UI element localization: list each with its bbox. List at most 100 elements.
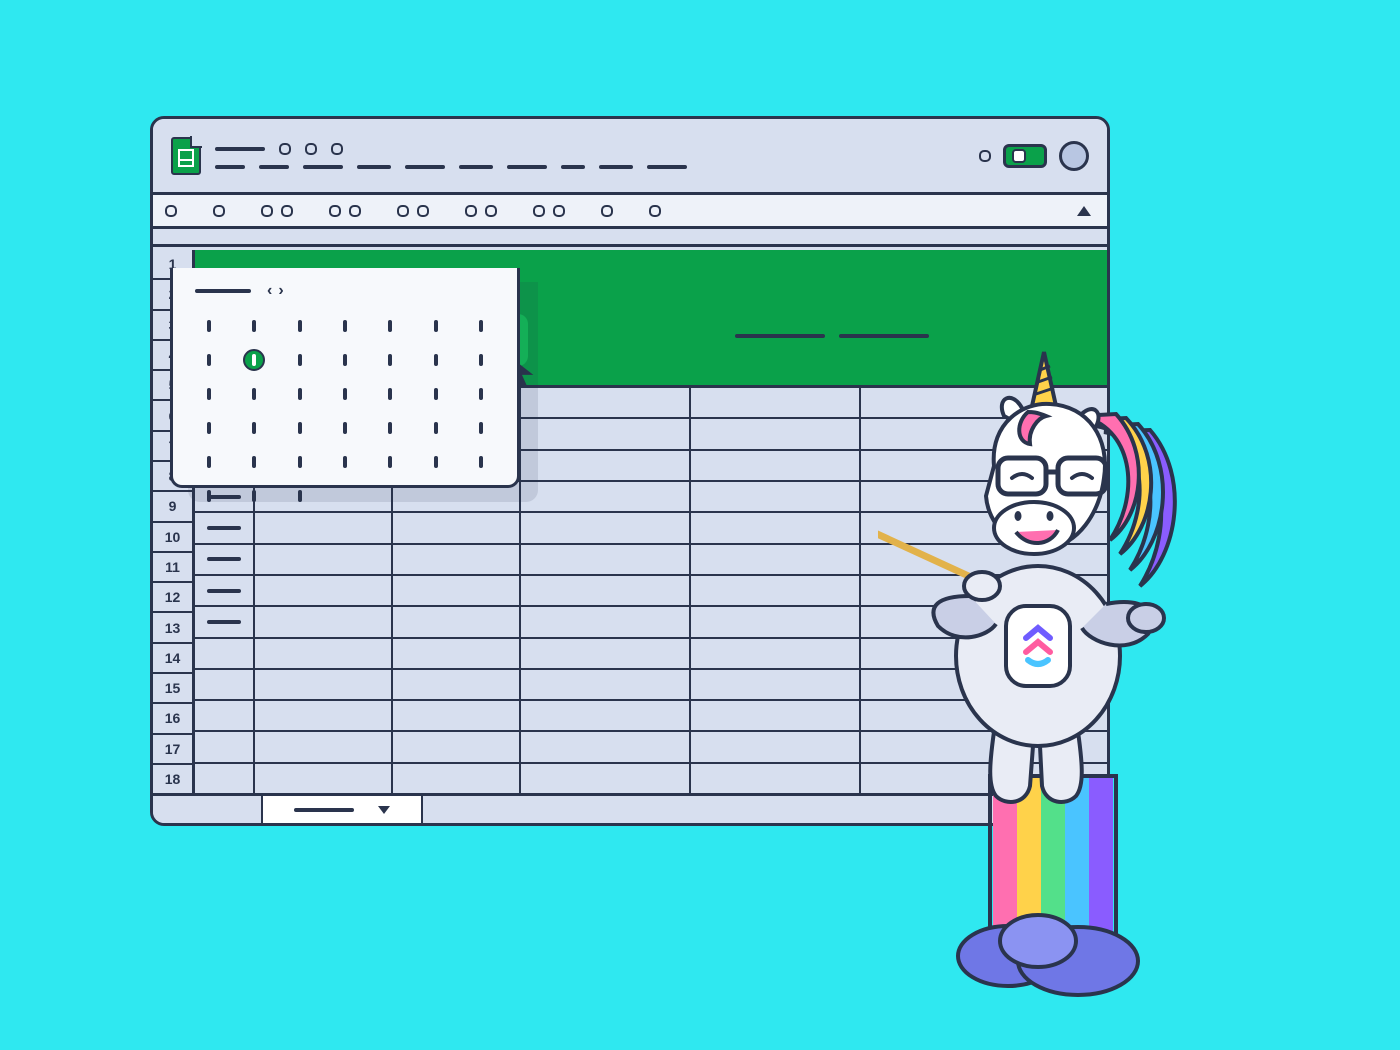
calendar-day[interactable] [434, 388, 438, 400]
calendar-day[interactable] [207, 320, 211, 332]
calendar-day[interactable] [298, 490, 302, 502]
grid-cell[interactable] [521, 419, 691, 448]
grid-cell[interactable] [195, 513, 255, 542]
calendar-day[interactable] [388, 456, 392, 468]
calendar-day[interactable] [388, 388, 392, 400]
grid-cell[interactable] [521, 451, 691, 480]
toolbar-button[interactable] [281, 205, 293, 217]
grid-cell[interactable] [393, 732, 521, 761]
row-number[interactable]: 12 [153, 583, 192, 613]
calendar-day[interactable] [252, 388, 256, 400]
toolbar-button[interactable] [397, 205, 409, 217]
grid-cell[interactable] [521, 639, 691, 668]
grid-cell[interactable] [691, 451, 861, 480]
toolbar-button[interactable] [213, 205, 225, 217]
grid-cell[interactable] [255, 701, 393, 730]
calendar-day[interactable] [479, 388, 483, 400]
toolbar-button[interactable] [485, 205, 497, 217]
toolbar-button[interactable] [465, 205, 477, 217]
calendar-day[interactable] [298, 422, 302, 434]
grid-cell[interactable] [521, 576, 691, 605]
calendar-day[interactable] [479, 320, 483, 332]
toolbar-button[interactable] [261, 205, 273, 217]
grid-cell[interactable] [521, 670, 691, 699]
column-headers[interactable] [153, 229, 1107, 247]
calendar-day[interactable] [298, 388, 302, 400]
calendar-day[interactable] [479, 422, 483, 434]
calendar-day[interactable] [434, 320, 438, 332]
calendar-day[interactable] [343, 320, 347, 332]
row-number[interactable]: 13 [153, 613, 192, 643]
grid-cell[interactable] [691, 764, 861, 793]
calendar-day[interactable] [343, 422, 347, 434]
grid-cell[interactable] [195, 670, 255, 699]
grid-cell[interactable] [393, 576, 521, 605]
grid-cell[interactable] [393, 670, 521, 699]
grid-cell[interactable] [195, 545, 255, 574]
calendar-day[interactable] [434, 456, 438, 468]
calendar-day[interactable] [252, 422, 256, 434]
calendar-day[interactable] [343, 354, 347, 366]
sheet-tab[interactable] [263, 796, 423, 823]
grid-cell[interactable] [691, 607, 861, 636]
toolbar-button[interactable] [553, 205, 565, 217]
calendar-day[interactable] [479, 354, 483, 366]
toolbar-button[interactable] [533, 205, 545, 217]
row-number[interactable]: 9 [153, 492, 192, 522]
row-number[interactable]: 15 [153, 674, 192, 704]
calendar-day[interactable] [434, 354, 438, 366]
grid-cell[interactable] [521, 513, 691, 542]
grid-cell[interactable] [691, 732, 861, 761]
calendar-day[interactable] [434, 422, 438, 434]
calendar-day[interactable] [343, 456, 347, 468]
toolbar-button[interactable] [329, 205, 341, 217]
grid-cell[interactable] [691, 482, 861, 511]
grid-cell[interactable] [521, 701, 691, 730]
row-number[interactable]: 14 [153, 644, 192, 674]
grid-cell[interactable] [393, 607, 521, 636]
grid-cell[interactable] [691, 513, 861, 542]
grid-cell[interactable] [195, 576, 255, 605]
grid-cell[interactable] [255, 639, 393, 668]
row-number[interactable]: 16 [153, 704, 192, 734]
toolbar-button[interactable] [349, 205, 361, 217]
calendar-day[interactable] [207, 354, 211, 366]
toolbar-collapse-icon[interactable] [1077, 206, 1091, 216]
grid-cell[interactable] [521, 388, 691, 417]
grid-cell[interactable] [195, 607, 255, 636]
row-number[interactable]: 11 [153, 553, 192, 583]
comment-icon[interactable] [979, 150, 991, 162]
grid-cell[interactable] [393, 639, 521, 668]
calendar-day[interactable] [388, 320, 392, 332]
grid-cell[interactable] [393, 701, 521, 730]
calendar-selected-day[interactable] [243, 349, 265, 371]
document-title-area[interactable] [215, 143, 687, 169]
grid-cell[interactable] [393, 764, 521, 793]
grid-cell[interactable] [521, 482, 691, 511]
calendar-day[interactable] [343, 388, 347, 400]
calendar-day[interactable] [252, 490, 256, 502]
row-number[interactable]: 18 [153, 765, 192, 793]
account-avatar[interactable] [1059, 141, 1089, 171]
toolbar-button[interactable] [165, 205, 177, 217]
grid-cell[interactable] [691, 419, 861, 448]
grid-cell[interactable] [255, 545, 393, 574]
grid-cell[interactable] [691, 701, 861, 730]
date-picker-popup[interactable]: ‹ › [170, 268, 520, 488]
grid-cell[interactable] [255, 513, 393, 542]
grid-cell[interactable] [521, 764, 691, 793]
grid-cell[interactable] [691, 576, 861, 605]
grid-cell[interactable] [393, 545, 521, 574]
grid-cell[interactable] [521, 607, 691, 636]
grid-cell[interactable] [393, 513, 521, 542]
grid-cell[interactable] [255, 576, 393, 605]
grid-cell[interactable] [521, 732, 691, 761]
share-button[interactable] [1003, 144, 1047, 168]
grid-cell[interactable] [691, 639, 861, 668]
row-number[interactable]: 17 [153, 735, 192, 765]
calendar-day[interactable] [252, 456, 256, 468]
calendar-prev-icon[interactable]: ‹ [267, 282, 272, 300]
grid-cell[interactable] [255, 764, 393, 793]
sheet-tab-menu-icon[interactable] [378, 806, 390, 814]
calendar-day[interactable] [207, 422, 211, 434]
